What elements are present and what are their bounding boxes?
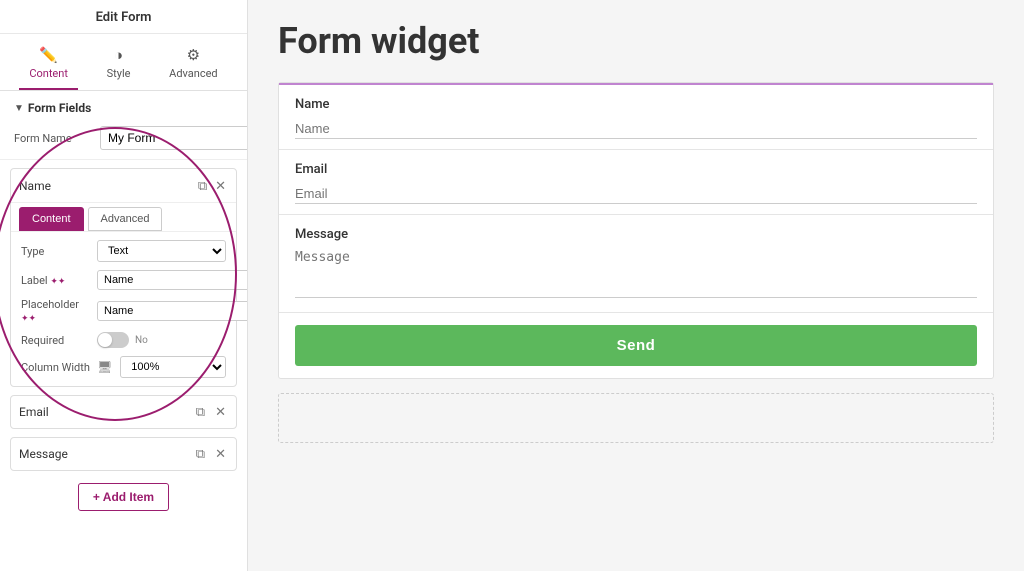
type-label: Type — [21, 245, 93, 258]
name-field-duplicate-button[interactable]: ⧉ — [196, 176, 209, 196]
label-input[interactable] — [97, 270, 248, 290]
required-toggle[interactable] — [97, 332, 129, 348]
name-field-expanded: Name ⧉ ✕ Content Advanced Type Text Emai… — [10, 168, 237, 387]
separator — [0, 159, 247, 160]
label-row: Label ✦✦ 🗑 — [11, 266, 236, 294]
page-title: Form widget — [278, 20, 994, 62]
field-body: Type Text Email Textarea Number Select L… — [11, 232, 236, 386]
add-item-button[interactable]: + Add Item — [78, 483, 169, 511]
gear-icon: ⚙ — [187, 46, 200, 64]
column-width-select[interactable]: 100% 75% 66% 50% 33% 25% — [120, 356, 226, 378]
placeholder-row: Placeholder ✦✦ 🗑 — [11, 294, 236, 328]
required-label: Required — [21, 334, 93, 347]
tab-style[interactable]: ◑ Style — [97, 42, 141, 90]
email-field-actions: ⧉ ✕ — [194, 402, 228, 422]
toggle-knob — [98, 333, 112, 347]
email-field-label: Email — [19, 405, 194, 419]
placeholder-label: Placeholder ✦✦ — [21, 298, 93, 324]
name-field-label: Name — [19, 179, 196, 193]
message-field-delete-button[interactable]: ✕ — [213, 444, 228, 464]
type-row: Type Text Email Textarea Number Select — [11, 236, 236, 266]
field-advanced-tab[interactable]: Advanced — [88, 207, 163, 231]
half-circle-icon: ◑ — [114, 46, 123, 64]
tab-content[interactable]: ✏️ Content — [19, 42, 78, 90]
fw-name-input[interactable] — [295, 119, 977, 139]
field-content-tab[interactable]: Content — [19, 207, 84, 231]
fw-message-textarea[interactable] — [295, 248, 977, 298]
message-field-item: Message ⧉ ✕ — [10, 437, 237, 471]
collapse-arrow-icon: ▼ — [14, 103, 24, 114]
fw-email-field: Email — [279, 150, 993, 215]
main-content: Form widget Name Email Message Send — [248, 0, 1024, 571]
column-width-label: Column Width — [21, 361, 93, 374]
form-name-input[interactable] — [100, 126, 248, 150]
form-name-row: Form Name — [0, 121, 247, 155]
left-panel: Edit Form ✏️ Content ◑ Style ⚙ Advanced … — [0, 0, 248, 571]
name-field-header: Name ⧉ ✕ — [11, 169, 236, 203]
field-inner-tabs: Content Advanced — [11, 203, 236, 232]
email-field-delete-button[interactable]: ✕ — [213, 402, 228, 422]
pencil-icon: ✏️ — [39, 46, 58, 64]
fw-send-button[interactable]: Send — [295, 325, 977, 366]
email-field-duplicate-button[interactable]: ⧉ — [194, 402, 207, 422]
name-field-delete-button[interactable]: ✕ — [213, 176, 228, 196]
message-field-duplicate-button[interactable]: ⧉ — [194, 444, 207, 464]
fw-email-label: Email — [295, 162, 977, 177]
fw-email-input[interactable] — [295, 184, 977, 204]
name-field-actions: ⧉ ✕ — [196, 175, 228, 196]
email-field-item: Email ⧉ ✕ — [10, 395, 237, 429]
fw-message-label: Message — [295, 227, 977, 242]
required-row: Required No — [11, 328, 236, 352]
message-field-actions: ⧉ ✕ — [194, 444, 228, 464]
monitor-icon: 🖥 — [97, 360, 112, 374]
message-field-label: Message — [19, 447, 194, 461]
label-label: Label ✦✦ — [21, 274, 93, 287]
panel-title: Edit Form — [0, 0, 247, 34]
fw-name-field: Name — [279, 83, 993, 150]
fw-message-field: Message — [279, 215, 993, 313]
fw-name-label: Name — [295, 97, 977, 112]
required-toggle-label: No — [135, 335, 148, 346]
tab-advanced[interactable]: ⚙ Advanced — [159, 42, 227, 90]
required-toggle-wrap: No — [97, 332, 148, 348]
form-name-label: Form Name — [14, 132, 94, 145]
column-width-row: Column Width 🖥 100% 75% 66% 50% 33% 25% — [11, 352, 236, 382]
type-select[interactable]: Text Email Textarea Number Select — [97, 240, 226, 262]
placeholder-input[interactable] — [97, 301, 248, 321]
form-fields-section-header[interactable]: ▼ Form Fields — [0, 91, 247, 121]
form-widget: Name Email Message Send — [278, 82, 994, 379]
tabs-row: ✏️ Content ◑ Style ⚙ Advanced — [0, 34, 247, 91]
bottom-placeholder — [278, 393, 994, 443]
